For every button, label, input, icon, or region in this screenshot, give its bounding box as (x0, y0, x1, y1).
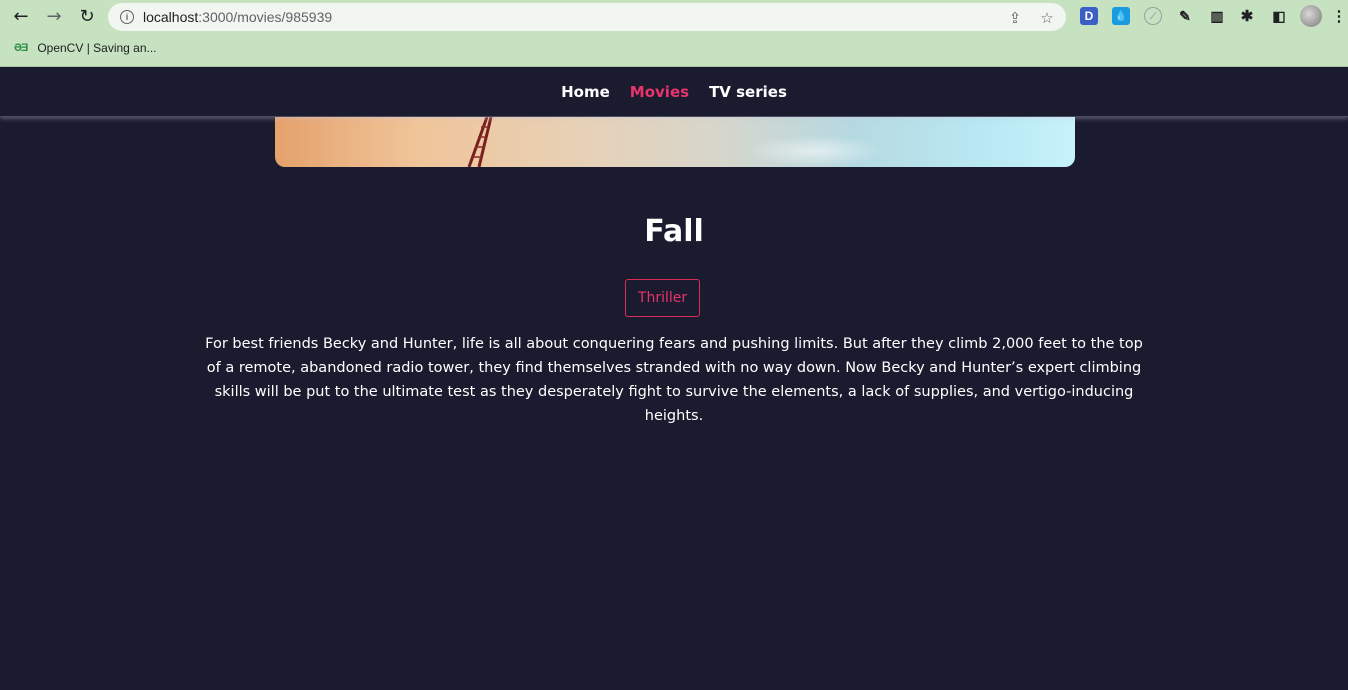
movie-backdrop-image (275, 117, 1075, 167)
nav-tv-series[interactable]: TV series (709, 83, 787, 101)
extension-pen-icon[interactable]: ✎ (1176, 7, 1194, 25)
reload-icon[interactable]: ↻ (76, 6, 98, 28)
star-icon[interactable]: ☆ (1038, 9, 1056, 27)
genre-badge[interactable]: Thriller (625, 279, 700, 317)
profile-avatar[interactable] (1300, 5, 1322, 27)
menu-dots-icon[interactable]: ⋮ (1332, 7, 1347, 25)
nav-movies[interactable]: Movies (630, 83, 689, 101)
browser-toolbar: ← → ↻ i localhost:3000/movies/985939 ⇪ ☆… (0, 0, 1348, 34)
address-bar[interactable]: i localhost:3000/movies/985939 ⇪ ☆ (108, 3, 1066, 31)
extension-drop-icon[interactable]: 💧 (1112, 7, 1130, 25)
main-nav: Home Movies TV series (0, 67, 1348, 117)
extension-compass-icon[interactable]: ⟋ (1144, 7, 1162, 25)
extensions-puzzle-icon[interactable]: ✱ (1238, 7, 1256, 25)
share-icon[interactable]: ⇪ (1006, 9, 1024, 27)
bookmark-label: OpenCV | Saving an... (37, 41, 157, 55)
site-info-icon[interactable]: i (120, 10, 134, 24)
movie-overview: For best friends Becky and Hunter, life … (205, 336, 1143, 424)
bookmarks-bar: ƏƎ OpenCV | Saving an... (0, 34, 1348, 67)
side-panel-icon[interactable]: ◧ (1270, 7, 1288, 25)
movie-title: Fall (644, 214, 704, 249)
radio-tower-graphic (467, 117, 493, 167)
bookmark-opencv[interactable]: ƏƎ OpenCV | Saving an... (14, 41, 157, 55)
extension-book-icon[interactable]: ▥ (1208, 7, 1226, 25)
forward-icon[interactable]: → (43, 6, 65, 28)
back-icon[interactable]: ← (10, 6, 32, 28)
url-text[interactable]: localhost:3000/movies/985939 (143, 9, 332, 25)
extension-d-icon[interactable]: D (1080, 7, 1098, 25)
nav-home[interactable]: Home (561, 83, 610, 101)
gfg-icon: ƏƎ (14, 42, 28, 54)
coastline-graphic (745, 135, 885, 167)
